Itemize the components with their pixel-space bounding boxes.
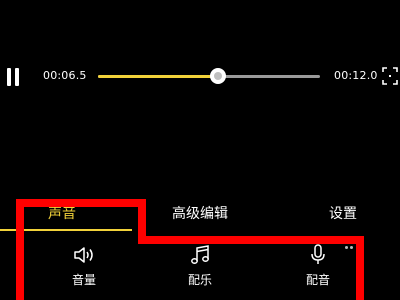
music-tool[interactable]: 配乐 [170,240,230,296]
music-note-icon [191,245,209,264]
video-editor-screen: 00:06.5 00:12.0 声音 高级编辑 设置 音量 配乐 配音 [0,0,400,300]
volume-tool[interactable]: 音量 [54,240,114,296]
progress-fill [98,75,218,78]
total-duration: 00:12.0 [334,69,378,82]
pause-button[interactable] [4,68,22,86]
active-tab-indicator [0,229,132,231]
dubbing-tool-label: 配音 [305,273,330,287]
progress-thumb[interactable] [209,68,226,84]
dubbing-tool[interactable]: 配音 [288,240,348,296]
edit-tabs: 声音 高级编辑 设置 [0,196,400,234]
more-dots-icon [345,246,359,250]
current-time: 00:06.5 [43,69,87,82]
microphone-icon [311,244,325,264]
music-tool-label: 配乐 [187,273,212,287]
pause-icon [7,68,11,86]
volume-tool-label: 音量 [71,273,96,287]
tab-advanced-edit[interactable]: 高级编辑 [172,205,228,223]
sound-tools: 音量 配乐 配音 [0,240,400,300]
playback-bar: 00:06.5 00:12.0 [0,60,400,92]
fullscreen-button[interactable] [382,67,398,85]
tab-sound[interactable]: 声音 [48,205,76,223]
fullscreen-icon [382,67,398,85]
progress-track[interactable] [98,68,320,84]
tab-settings[interactable]: 设置 [329,205,357,223]
speaker-icon [74,247,93,263]
